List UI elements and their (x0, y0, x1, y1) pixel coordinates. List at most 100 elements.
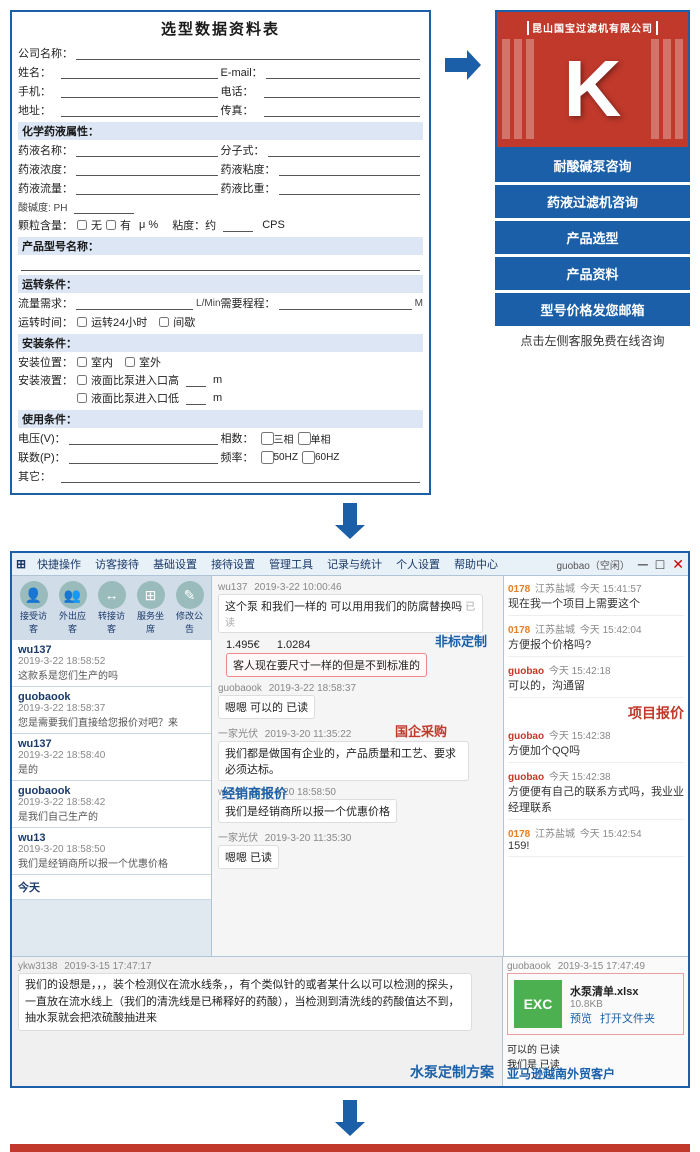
msg-time-state: 2019-3-20 11:35:22 (265, 729, 352, 740)
form-cell-address: 地址： (18, 102, 221, 118)
transfer-label: 转接访客 (97, 609, 126, 635)
brand-logo: K (564, 49, 622, 129)
contact-3-msg: 是我们自己生产的 (18, 808, 198, 823)
price2: 1.0284 (277, 639, 311, 651)
toolbar-app-name: ⊞ (16, 557, 26, 571)
price1: 1.495€ (226, 639, 260, 651)
suction-checkbox[interactable] (77, 375, 87, 385)
single-phase-checkbox[interactable] (298, 432, 311, 445)
msg-text-last: 嗯嗯 已读 (225, 852, 272, 864)
menu-btn-3[interactable]: 产品资料 (495, 257, 690, 290)
right-header-1: 0178 江苏盐城 今天 15:42:04 (508, 621, 684, 636)
chat-right-panel: 0178 江苏盐城 今天 15:41:57 现在我一个项目上需要这个 0178 … (503, 576, 688, 956)
press-row: 液面比泵进入口低 m (18, 390, 423, 406)
contact-2[interactable]: wu137 2019-3-22 18:58:40 是的 (12, 734, 211, 781)
transfer-btn[interactable]: ↔ 转接访客 (93, 579, 130, 637)
msg-row-prices: 1.495€ 1.0284 客人现在要尺寸一样的但是不到标准的 非标定制 (218, 639, 497, 677)
away-btn[interactable]: 👥 外出应客 (54, 579, 91, 637)
contact-4[interactable]: wu13 2019-3-20 18:58:50 我们是经销商所以报一个优惠价格 (12, 828, 211, 875)
press-checkbox[interactable] (77, 393, 87, 403)
form-row-phone-tel: 手机： 电话： (18, 83, 423, 99)
contact-3[interactable]: guobaook 2019-3-22 18:58:42 是我们自己生产的 (12, 781, 211, 828)
maximize-btn[interactable]: □ (656, 556, 664, 572)
right-sender-1: 0178 (508, 625, 530, 636)
tel-label: 电话： (221, 83, 261, 99)
form-row-conc-visc: 药液浓度： 药液粘度： (18, 161, 423, 177)
intermittent-checkbox[interactable] (159, 317, 169, 327)
lmin-label: L/Min (196, 298, 220, 309)
form-row-model (18, 257, 423, 271)
indoor-checkbox[interactable] (77, 357, 87, 367)
toolbar-reception[interactable]: 访客接待 (92, 555, 142, 573)
open-folder-btn[interactable]: 打开文件夹 (600, 1010, 655, 1026)
f50-checkbox[interactable] (261, 451, 274, 464)
right-sender-4: guobao (508, 772, 544, 783)
right-header-4: guobao 今天 15:42:38 (508, 768, 684, 783)
minimize-btn[interactable]: ─ (638, 556, 648, 572)
right-msg-4: guobao 今天 15:42:38 方便便有自己的联系方式吗，我业业经理联系 (508, 768, 684, 820)
has-checkbox[interactable] (106, 220, 116, 230)
menu-btn-1[interactable]: 药液过滤机咨询 (495, 185, 690, 218)
toolbar-records[interactable]: 记录与统计 (324, 555, 385, 573)
visc-label: 药液粘度： (221, 161, 276, 177)
form-cell-freq: 频率： 50HZ 60HZ (221, 449, 424, 465)
op24-checkbox[interactable] (77, 317, 87, 327)
chat-window: ⊞ 快捷操作 访客接待 基础设置 接待设置 管理工具 记录与统计 个人设置 帮助… (10, 551, 690, 1088)
none-checkbox[interactable] (77, 220, 87, 230)
form-cell-mol: 分子式： (221, 142, 424, 158)
msg-row-last: 一家光伏 2019-3-20 11:35:30 嗯嗯 已读 (218, 829, 497, 869)
phone-label: 手机： (18, 83, 58, 99)
right-msg-2: guobao 今天 15:42:18 可以的，沟通留 (508, 662, 684, 698)
toolbar-manage[interactable]: 管理工具 (266, 555, 316, 573)
toolbar-basic[interactable]: 基础设置 (150, 555, 200, 573)
menu-btn-2[interactable]: 产品选型 (495, 221, 690, 254)
contact-0[interactable]: wu137 2019-3-22 18:58:52 这款系是您们生产的吗 (12, 640, 211, 687)
form-cell-voltage: 电压(V)： (18, 430, 221, 446)
annot-nonstandard: 非标定制 (435, 631, 487, 650)
ph-label: 酸碱度: PH (18, 199, 67, 214)
contact-5[interactable]: 今天 (12, 875, 211, 900)
arrow-right (441, 50, 485, 80)
chat-bottom: ykw3138 2019-3-15 17:47:17 我们的设想是，，，装个检测… (12, 956, 688, 1086)
toolbar-quickops[interactable]: 快捷操作 (34, 555, 84, 573)
preview-btn[interactable]: 预览 (570, 1010, 592, 1026)
menu-btn-0[interactable]: 耐酸碱泵咨询 (495, 149, 690, 182)
three-phase-checkbox[interactable] (261, 432, 274, 445)
right-text-2: 可以的，沟通留 (508, 677, 684, 693)
seat-btn[interactable]: ⊞ 服务坐席 (132, 579, 169, 637)
msg-row-1: guobaook 2019-3-22 18:58:37 嗯嗯 可以的 已读 (218, 683, 497, 719)
file-actions: 预览 打开文件夹 (570, 1010, 655, 1026)
msg-time-0: 2019-3-22 10:00:46 (254, 582, 341, 593)
other-label: 其它： (18, 468, 58, 484)
f60-label: 60HZ (315, 452, 339, 463)
notice-label: 修改公告 (175, 609, 204, 635)
install-loc-row: 安装位置： 室内 室外 (18, 354, 423, 370)
drug-line (76, 143, 218, 157)
annot-amazon: 亚马逊越南外贸客户 (507, 1065, 615, 1082)
optime-row: 运转时间： 运转24小时 间歇 (18, 314, 423, 330)
phone-line (61, 84, 218, 98)
email-line (266, 65, 420, 79)
f60-checkbox[interactable] (302, 451, 315, 464)
close-btn[interactable]: ✕ (672, 556, 684, 573)
msg-text-1: 嗯嗯 可以的 已读 (225, 702, 308, 714)
msg-header-last: 一家光伏 2019-3-20 11:35:30 (218, 829, 497, 844)
toolbar-personal[interactable]: 个人设置 (393, 555, 443, 573)
phase2-line (69, 450, 218, 464)
arrow-down-1 (0, 499, 700, 543)
msg-bubble-1: 嗯嗯 可以的 已读 (218, 695, 315, 719)
form-cell-flowrate: 流量需求： L/Min (18, 295, 221, 311)
menu-btn-4[interactable]: 型号价格发您邮箱 (495, 293, 690, 326)
dist-label: 需要程程： (221, 295, 276, 311)
voltage-line (69, 431, 218, 445)
msg-header-0: wu137 2019-3-22 10:00:46 (218, 582, 497, 593)
outdoor-checkbox[interactable] (125, 357, 135, 367)
notice-btn[interactable]: ✎ 修改公告 (171, 579, 208, 637)
msg-header-1: guobaook 2019-3-22 18:58:37 (218, 683, 497, 694)
contact-1[interactable]: guobaook 2019-3-22 18:58:37 您是需要我们直接给您报价… (12, 687, 211, 734)
form-row-name-email: 姓名： E-mail： (18, 64, 423, 80)
right-sender-5: 0178 (508, 829, 530, 840)
accept-visitor-btn[interactable]: 👤 接受访客 (15, 579, 52, 637)
toolbar-help[interactable]: 帮助中心 (451, 555, 501, 573)
toolbar-receive[interactable]: 接待设置 (208, 555, 258, 573)
